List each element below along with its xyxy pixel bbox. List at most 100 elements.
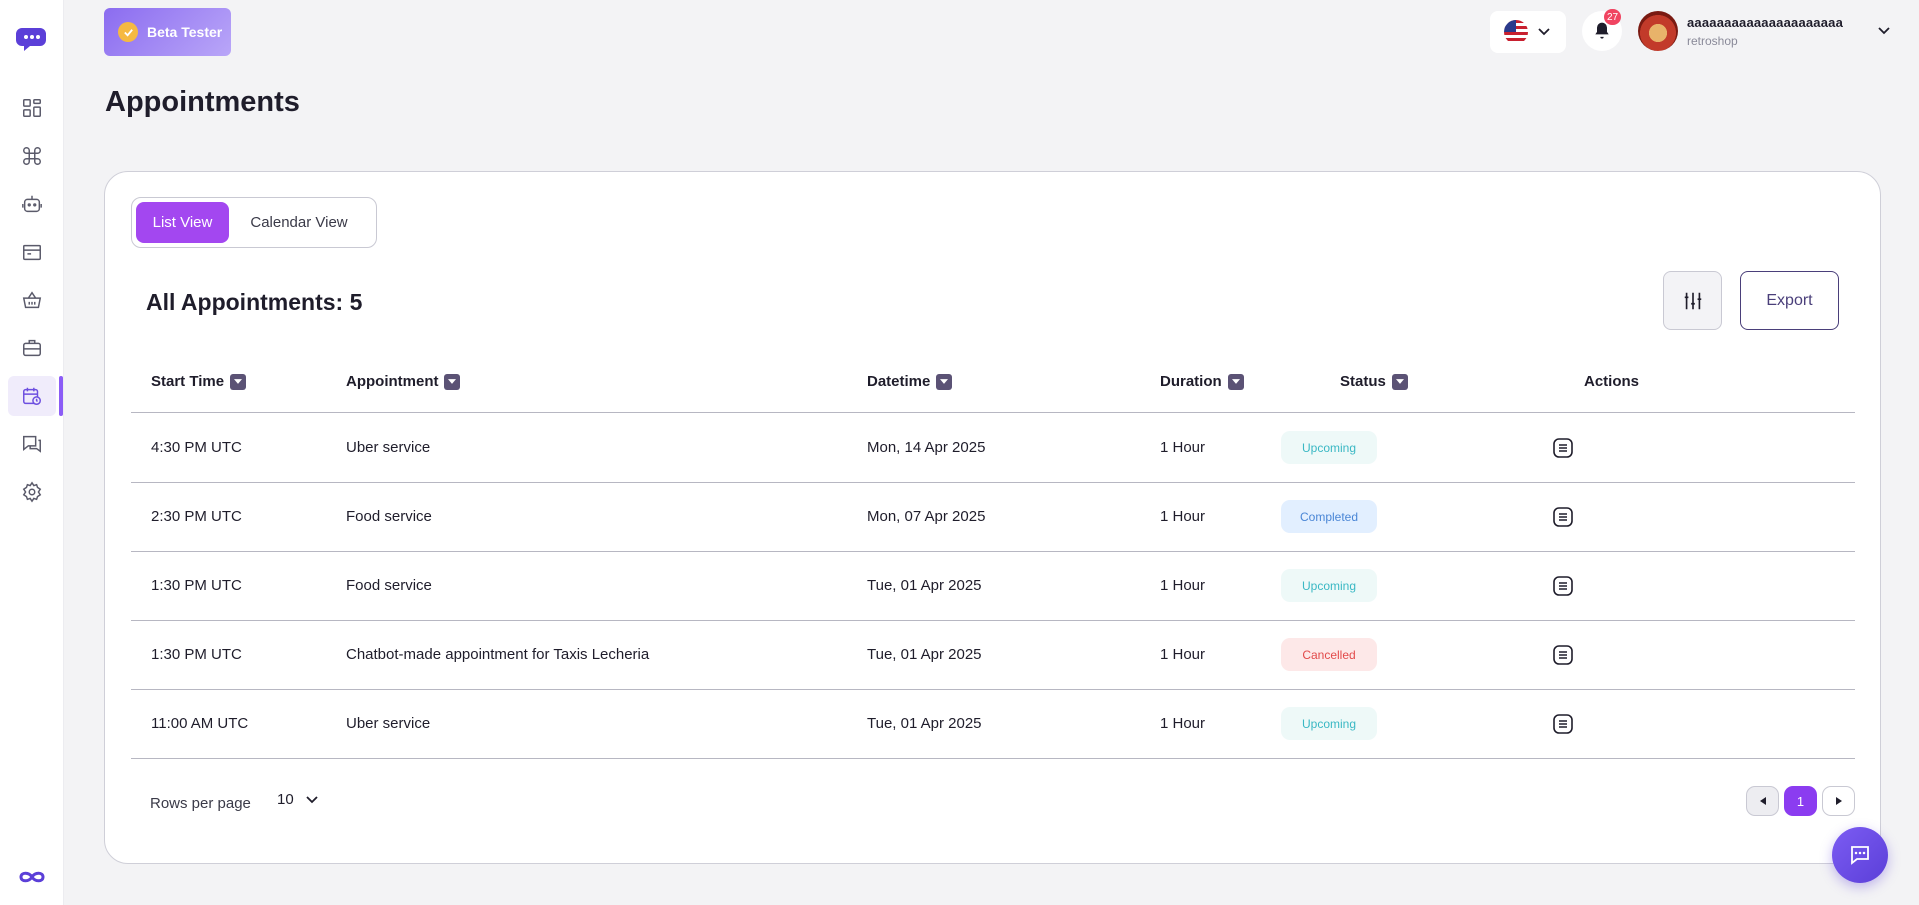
sidebar-item-store[interactable]: [8, 232, 56, 272]
sidebar-item-bots[interactable]: [8, 184, 56, 224]
cell-duration: 1 Hour: [1160, 439, 1206, 456]
sort-dropdown-icon[interactable]: [230, 373, 247, 390]
cell-appointment: Food service: [346, 508, 432, 525]
column-label: Actions: [1584, 373, 1640, 390]
sort-dropdown-icon[interactable]: [936, 373, 953, 390]
check-badge-icon: [118, 22, 138, 42]
us-flag-icon: [1504, 20, 1528, 44]
cell-start-time: 2:30 PM UTC: [151, 508, 242, 525]
cell-datetime: Mon, 14 Apr 2025: [867, 439, 986, 456]
cell-datetime: Mon, 07 Apr 2025: [867, 508, 986, 525]
sliders-icon: [1684, 292, 1701, 309]
sidebar-item-appointments[interactable]: [8, 376, 56, 416]
caret-right-icon: [1835, 797, 1842, 805]
cell-appointment: Uber service: [346, 439, 431, 456]
table-row[interactable]: 1:30 PM UTC Food service Tue, 01 Apr 202…: [131, 552, 1855, 621]
column-actions: Actions: [1584, 373, 1639, 390]
next-page-button[interactable]: [1822, 786, 1855, 816]
status-badge: Upcoming: [1281, 707, 1377, 740]
notifications-button[interactable]: 27: [1582, 9, 1622, 51]
calendar-clock-icon: [23, 387, 41, 405]
chat-icon: [23, 435, 41, 453]
cell-duration: 1 Hour: [1160, 715, 1206, 732]
infinity-icon[interactable]: [16, 868, 48, 886]
details-icon[interactable]: [1551, 574, 1575, 598]
cell-appointment: Food service: [346, 577, 432, 594]
sort-dropdown-icon[interactable]: [1227, 373, 1244, 390]
table-row[interactable]: 2:30 PM UTC Food service Mon, 07 Apr 202…: [131, 483, 1855, 552]
sidebar: [0, 0, 64, 905]
cell-datetime: Tue, 01 Apr 2025: [867, 715, 982, 732]
chevron-down-icon: [306, 791, 318, 808]
column-status[interactable]: Status: [1340, 373, 1408, 390]
app-logo-icon[interactable]: [16, 26, 48, 52]
sort-dropdown-icon[interactable]: [444, 373, 461, 390]
column-appointment[interactable]: Appointment: [346, 373, 461, 390]
settings-icon: [22, 481, 42, 503]
chat-support-button[interactable]: [1832, 827, 1888, 883]
store-icon: [23, 244, 41, 261]
table-row[interactable]: 4:30 PM UTC Uber service Mon, 14 Apr 202…: [131, 414, 1855, 483]
export-button[interactable]: Export: [1740, 271, 1839, 330]
sidebar-item-orders[interactable]: [8, 280, 56, 320]
filter-button[interactable]: [1663, 271, 1722, 330]
sidebar-item-settings[interactable]: [8, 472, 56, 512]
tab-list-view[interactable]: List View: [136, 202, 229, 243]
table-header: Start Time Appointment Datetime Duration…: [131, 357, 1855, 413]
cell-appointment: Uber service: [346, 715, 431, 732]
chevron-down-icon: [1538, 23, 1550, 41]
cell-duration: 1 Hour: [1160, 577, 1206, 594]
cell-datetime: Tue, 01 Apr 2025: [867, 646, 982, 663]
beta-tester-badge[interactable]: Beta Tester: [104, 8, 231, 56]
caret-left-icon: [1759, 797, 1766, 805]
user-menu-chevron-icon[interactable]: [1878, 22, 1890, 40]
rows-per-page-label: Rows per page: [150, 795, 251, 812]
sidebar-item-dashboard[interactable]: [8, 88, 56, 128]
tab-calendar-view[interactable]: Calendar View: [229, 202, 369, 243]
column-label: Datetime: [867, 373, 931, 390]
user-name[interactable]: aaaaaaaaaaaaaaaaaaaaa: [1687, 15, 1843, 30]
notification-count-badge: 27: [1604, 9, 1622, 25]
bot-icon: [22, 195, 42, 213]
sidebar-item-business[interactable]: [8, 328, 56, 368]
sidebar-active-indicator: [59, 376, 63, 416]
page-title: Appointments: [105, 86, 300, 118]
cell-appointment: Chatbot-made appointment for Taxis Leche…: [346, 646, 650, 663]
cell-start-time: 1:30 PM UTC: [151, 646, 242, 663]
cell-duration: 1 Hour: [1160, 646, 1206, 663]
column-label: Status: [1340, 373, 1386, 390]
column-label: Duration: [1160, 373, 1222, 390]
details-icon[interactable]: [1551, 712, 1575, 736]
language-selector[interactable]: [1490, 11, 1566, 53]
rows-per-page-value: 10: [277, 791, 294, 808]
user-shop: retroshop: [1687, 34, 1738, 48]
sidebar-item-conversations[interactable]: [8, 424, 56, 464]
avatar[interactable]: [1638, 11, 1678, 51]
status-badge: Upcoming: [1281, 431, 1377, 464]
rows-per-page-select[interactable]: 10: [277, 791, 318, 808]
briefcase-icon: [23, 339, 41, 357]
column-label: Appointment: [346, 373, 439, 390]
column-start-time[interactable]: Start Time: [151, 373, 247, 390]
status-badge: Completed: [1281, 500, 1377, 533]
cell-start-time: 11:00 AM UTC: [151, 715, 249, 732]
table-row[interactable]: 11:00 AM UTC Uber service Tue, 01 Apr 20…: [131, 690, 1855, 759]
details-icon[interactable]: [1551, 505, 1575, 529]
beta-tester-label: Beta Tester: [147, 24, 223, 40]
basket-icon: [22, 291, 42, 309]
status-badge: Upcoming: [1281, 569, 1377, 602]
sort-dropdown-icon[interactable]: [1391, 373, 1408, 390]
page-button-current[interactable]: 1: [1784, 786, 1817, 816]
column-duration[interactable]: Duration: [1160, 373, 1244, 390]
details-icon[interactable]: [1551, 436, 1575, 460]
column-datetime[interactable]: Datetime: [867, 373, 953, 390]
details-icon[interactable]: [1551, 643, 1575, 667]
cell-start-time: 1:30 PM UTC: [151, 577, 242, 594]
sidebar-item-integrations[interactable]: [8, 136, 56, 176]
status-badge: Cancelled: [1281, 638, 1377, 671]
dashboard-icon: [23, 99, 41, 117]
prev-page-button[interactable]: [1746, 786, 1779, 816]
command-icon: [23, 147, 41, 165]
table-row[interactable]: 1:30 PM UTC Chatbot-made appointment for…: [131, 621, 1855, 690]
cell-start-time: 4:30 PM UTC: [151, 439, 242, 456]
